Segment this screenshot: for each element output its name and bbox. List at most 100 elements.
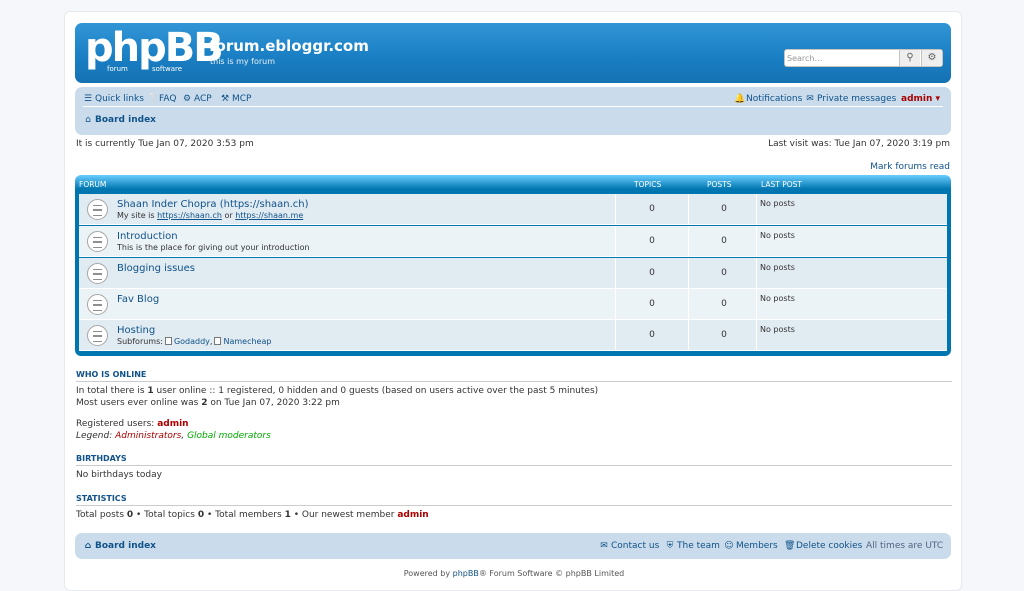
footer-board-index[interactable]: ⌂ Board index bbox=[83, 541, 156, 551]
text: In total there is bbox=[76, 386, 148, 396]
text: Legend: bbox=[76, 431, 116, 441]
forum-list-header: FORUM TOPICS POSTS LAST POST bbox=[75, 180, 951, 192]
posts-count: 0 bbox=[721, 236, 727, 246]
the-team-link[interactable]: ⛨ The team bbox=[665, 541, 720, 551]
notifications-label: Notifications bbox=[746, 94, 803, 104]
who-is-online-section: WHO IS ONLINE In total there is 1 user o… bbox=[76, 370, 952, 442]
faq-label: FAQ bbox=[159, 94, 177, 104]
members-label: Members bbox=[736, 541, 778, 551]
legend-administrators[interactable]: Administrators bbox=[115, 431, 181, 441]
online-record: Most users ever online was 2 on Tue Jan … bbox=[76, 397, 952, 409]
column-divider bbox=[756, 289, 757, 319]
registered-user-admin[interactable]: admin bbox=[157, 419, 188, 429]
forum-title[interactable]: Introduction bbox=[117, 231, 178, 242]
birthdays-heading: BIRTHDAYS bbox=[76, 454, 952, 466]
text: ® Forum Software © phpBB Limited bbox=[478, 569, 625, 578]
search-box: ⚲ ⚙ bbox=[784, 49, 943, 67]
forum-row: Introduction This is the place for givin… bbox=[79, 226, 947, 257]
header-posts: POSTS bbox=[707, 180, 732, 189]
logo-subtext-forum: forum bbox=[107, 65, 128, 73]
subforum-link-namecheap[interactable]: Namecheap bbox=[223, 337, 271, 346]
desc-link-shaan-ch[interactable]: https://shaan.ch bbox=[157, 211, 222, 220]
cogs-icon: ⚙ bbox=[182, 94, 192, 104]
forum-row: Shaan Inder Chopra (https://shaan.ch) My… bbox=[79, 194, 947, 225]
quick-links-label: Quick links bbox=[95, 94, 144, 104]
column-divider bbox=[756, 320, 757, 350]
topics-count: 0 bbox=[649, 204, 655, 214]
trash-icon: 🗑 bbox=[784, 541, 796, 551]
user-menu[interactable]: admin ▾ bbox=[901, 94, 940, 104]
username: admin bbox=[901, 94, 933, 104]
forum-read-icon bbox=[87, 231, 108, 252]
newest-member[interactable]: admin bbox=[397, 510, 428, 520]
home-icon: ⌂ bbox=[84, 541, 92, 551]
who-is-online-heading[interactable]: WHO IS ONLINE bbox=[76, 370, 952, 382]
site-header: phpBB forum software forum.ebloggr.com t… bbox=[75, 23, 951, 83]
site-description: this is my forum bbox=[210, 57, 276, 66]
gear-icon[interactable]: ⚙ bbox=[921, 50, 942, 66]
team-label: The team bbox=[677, 541, 720, 551]
search-icon[interactable]: ⚲ bbox=[899, 50, 920, 66]
column-divider bbox=[756, 194, 757, 224]
faq-link[interactable]: ❔FAQ bbox=[147, 94, 176, 104]
phpbb-logo[interactable]: phpBB forum software bbox=[85, 25, 224, 75]
forum-title[interactable]: Blogging issues bbox=[117, 263, 195, 274]
subforums-label: Subforums: bbox=[117, 337, 163, 346]
last-post: No posts bbox=[760, 199, 795, 208]
birthdays-section: BIRTHDAYS No birthdays today bbox=[76, 454, 952, 481]
bell-icon: 🔔 bbox=[734, 94, 746, 104]
text: Powered by bbox=[403, 569, 453, 578]
site-title[interactable]: forum.ebloggr.com bbox=[209, 37, 369, 55]
text: Total posts bbox=[76, 510, 127, 520]
forum-description: My site is https://shaan.ch or https://s… bbox=[117, 211, 303, 220]
quick-links-menu[interactable]: ☰ Quick links bbox=[83, 94, 144, 104]
statistics-section: STATISTICS Total posts 0 • Total topics … bbox=[76, 494, 952, 521]
forum-title[interactable]: Hosting bbox=[117, 325, 155, 336]
legend-global-moderators[interactable]: Global moderators bbox=[187, 431, 271, 441]
current-time: It is currently Tue Jan 07, 2020 3:53 pm bbox=[76, 139, 254, 149]
column-divider bbox=[615, 258, 616, 288]
footer-navbar: ⌂ Board index ✉ Contact us ⛨ The team ☺ Memb… bbox=[75, 533, 951, 559]
column-divider bbox=[615, 320, 616, 350]
contact-label: Contact us bbox=[611, 541, 660, 551]
posts-count: 0 bbox=[721, 299, 727, 309]
delete-cookies-link[interactable]: 🗑Delete cookies bbox=[784, 541, 862, 551]
forum-title[interactable]: Shaan Inder Chopra (https://shaan.ch) bbox=[117, 199, 309, 210]
forum-read-icon bbox=[87, 263, 108, 284]
private-messages-label: Private messages bbox=[817, 94, 897, 104]
mcp-link[interactable]: ⚒ MCP bbox=[220, 94, 252, 104]
footer-board-index-label: Board index bbox=[95, 541, 156, 551]
subforum-icon bbox=[164, 337, 172, 345]
breadcrumb: ⌂ Board index bbox=[83, 115, 156, 125]
acp-link[interactable]: ⚙ ACP bbox=[182, 94, 212, 104]
last-post: No posts bbox=[760, 325, 795, 334]
topics-count: 0 bbox=[649, 330, 655, 340]
acp-label: ACP bbox=[194, 94, 212, 104]
delete-cookies-label: Delete cookies bbox=[796, 541, 863, 551]
forum-row: Hosting Subforums: Godaddy, Namecheap 0 0 … bbox=[79, 320, 947, 351]
forum-list: FORUM TOPICS POSTS LAST POST Shaan Inder… bbox=[75, 175, 951, 356]
forum-title[interactable]: Fav Blog bbox=[117, 294, 159, 305]
notifications-link[interactable]: 🔔Notifications bbox=[734, 94, 802, 104]
forum-subforum-icon bbox=[87, 325, 108, 346]
private-messages-link[interactable]: ✉ Private messages bbox=[805, 94, 896, 104]
subforums-list: Subforums: Godaddy, Namecheap bbox=[117, 337, 272, 346]
question-circle-icon: ❔ bbox=[147, 94, 159, 104]
members-link[interactable]: ☺ Members bbox=[724, 541, 778, 551]
copyright: Powered by phpBB® Forum Software © phpBB… bbox=[65, 569, 963, 578]
text: • Our newest member bbox=[290, 510, 398, 520]
desc-text: or bbox=[221, 211, 236, 220]
forum-row: Fav Blog 0 0 No posts bbox=[79, 289, 947, 320]
mark-forums-read-link[interactable]: Mark forums read bbox=[870, 162, 950, 172]
forum-row: Blogging issues 0 0 No posts bbox=[79, 258, 947, 289]
contact-us-link[interactable]: ✉ Contact us bbox=[599, 541, 659, 551]
subforum-link-godaddy[interactable]: Godaddy bbox=[174, 337, 210, 346]
column-divider bbox=[615, 194, 616, 224]
text: on Tue Jan 07, 2020 3:22 pm bbox=[207, 398, 340, 408]
forum-read-icon bbox=[87, 199, 108, 220]
phpbb-link[interactable]: phpBB bbox=[453, 569, 479, 578]
text: • Total members bbox=[204, 510, 285, 520]
search-input[interactable] bbox=[787, 51, 897, 65]
desc-link-shaan-me[interactable]: https://shaan.me bbox=[235, 211, 303, 220]
board-index-link[interactable]: Board index bbox=[95, 115, 156, 125]
